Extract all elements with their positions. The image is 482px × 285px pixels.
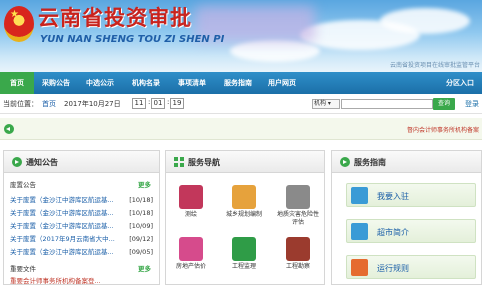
clock-minutes: 01 — [151, 98, 165, 109]
prev-notice-icon[interactable] — [4, 124, 14, 134]
nav-item-directory[interactable]: 机构名录 — [126, 72, 166, 94]
star-icon: ★ — [10, 9, 19, 20]
panel-header: 通知公告 — [4, 151, 159, 173]
header-banner: ★ 云南省投资审批 YUN NAN SHENG TOU ZI SHEN PI 云… — [0, 0, 482, 72]
login-link[interactable]: 登录 — [465, 99, 479, 109]
guide-panel: 服务指南 我要入驻 超市简介 运行规则 — [331, 150, 482, 285]
nav-item-user[interactable]: 用户网页 — [262, 72, 302, 94]
news-date: [09/12] — [129, 235, 153, 243]
drill-icon — [286, 185, 310, 209]
section-label: 废置公告 — [10, 181, 36, 189]
more-link[interactable]: 更多 — [138, 179, 151, 189]
nav-item-home[interactable]: 首页 — [0, 72, 34, 94]
service-geology[interactable]: 地质灾害危险性评估 — [276, 185, 320, 229]
engineer-icon — [232, 237, 256, 261]
news-title[interactable]: 关于废置（金沙江中游库区航运基... — [10, 207, 122, 219]
announcements-panel: 通知公告 废置公告 更多 关于废置（金沙江中游库区航运基... [10/18] … — [3, 150, 160, 285]
cloud-decoration — [380, 8, 470, 34]
search-button[interactable]: 查询 — [433, 98, 455, 110]
list-item[interactable]: 关于废置（2017年9月云南省大中... [09/12] — [10, 233, 153, 245]
guide-intro-button[interactable]: 超市简介 — [346, 219, 476, 243]
guide-label: 运行规则 — [377, 264, 409, 273]
service-planning[interactable]: 城乡规划编制 — [222, 185, 266, 229]
banner-note: 云南省投资项目在线审批监管平台 — [389, 62, 480, 69]
panel-header: 服务指南 — [332, 151, 481, 173]
news-date: [09/05] — [129, 248, 153, 256]
nav-item-procurement[interactable]: 采购公告 — [36, 72, 76, 94]
service-valuation[interactable]: 房地产估价 — [169, 237, 213, 281]
service-label: 地质灾害危险性评估 — [276, 211, 319, 226]
list-item[interactable]: 关于废置（金沙江中游库区航运基... [10/18] — [10, 194, 153, 206]
news-title[interactable]: 关于废置（金沙江中游库区航运基... — [10, 220, 122, 232]
survey-icon — [179, 185, 203, 209]
panel-header: 服务导航 — [166, 151, 324, 173]
news-date: [10/18] — [129, 209, 153, 217]
clock-seconds: 19 — [170, 98, 184, 109]
guide-rules-button[interactable]: 运行规则 — [346, 255, 476, 279]
current-date: 2017年10月27日 — [64, 100, 121, 108]
list-item[interactable]: 关于废置（金沙江中游库区航运基... [10/18] — [10, 207, 153, 219]
cloud-decoration — [230, 40, 320, 62]
notice-marquee[interactable]: 督内会计师事务所机构备案 — [407, 125, 479, 134]
guide-label: 我要入驻 — [377, 192, 409, 201]
location-prefix: 当前位置： — [3, 100, 38, 108]
service-label: 测绘 — [184, 211, 197, 218]
section-label: 重要文件 — [10, 265, 36, 273]
guide-join-button[interactable]: 我要入驻 — [346, 183, 476, 207]
survey-tool-icon — [286, 237, 310, 261]
guide-label: 超市简介 — [377, 228, 409, 237]
news-title[interactable]: 关于废置（金沙江中游库区航运基... — [10, 246, 122, 258]
clock-separator: : — [167, 98, 170, 106]
grid-icon — [174, 157, 184, 167]
clock-separator: : — [148, 98, 151, 106]
search-category-select[interactable]: 机构 ▾ — [312, 99, 340, 109]
news-title[interactable]: 关于废置（金沙江中游库区航运基... — [10, 194, 122, 206]
panel-title: 服务指南 — [354, 158, 386, 167]
clock-hours: 11 — [132, 98, 146, 109]
news-date: [10/18] — [129, 196, 153, 204]
info-icon — [351, 223, 368, 240]
main-nav: 首页 采购公告 中选公示 机构名录 事项清单 服务指南 用户网页 分区入口 — [0, 72, 482, 94]
nav-item-selection[interactable]: 中选公示 — [80, 72, 120, 94]
national-emblem-icon — [4, 6, 34, 42]
nav-item-guide[interactable]: 服务指南 — [218, 72, 258, 94]
notice-bar: 督内会计师事务所机构备案 — [0, 118, 482, 140]
service-label: 房地产估价 — [175, 263, 206, 270]
more-link[interactable]: 更多 — [138, 263, 151, 273]
news-title[interactable]: 重要会计师事务所机构备案登... — [10, 275, 101, 285]
arrow-circle-icon — [340, 157, 350, 167]
service-supervision[interactable]: 工程监理 — [222, 237, 266, 281]
planner-icon — [232, 185, 256, 209]
search-input[interactable] — [341, 99, 433, 109]
news-title[interactable]: 关于废置（2017年9月云南省大中... — [10, 233, 122, 245]
house-icon — [179, 237, 203, 261]
arrow-circle-icon — [12, 157, 22, 167]
list-item[interactable]: 关于废置（金沙江中游库区航运基... [10/09] — [10, 220, 153, 232]
location-bar: 当前位置： 首页 2017年10月27日 11 : 01 : 19 机构 ▾ 查… — [0, 94, 482, 114]
site-title-en: YUN NAN SHENG TOU ZI SHEN PI — [40, 34, 225, 45]
services-panel: 服务导航 测绘 城乡规划编制 地质灾害危险性评估 房地产估价 工程监理 工程勘察 — [165, 150, 325, 285]
panel-title: 服务导航 — [188, 158, 220, 167]
nav-item-checklist[interactable]: 事项清单 — [172, 72, 212, 94]
nav-item-region[interactable]: 分区入口 — [440, 72, 480, 94]
service-label: 工程勘察 — [285, 263, 310, 270]
rules-icon — [351, 259, 368, 276]
service-survey[interactable]: 测绘 — [169, 185, 213, 229]
service-label: 工程监理 — [231, 263, 256, 270]
service-label: 城乡规划编制 — [225, 211, 262, 218]
site-title: 云南省投资审批 — [38, 6, 192, 30]
join-icon — [351, 187, 368, 204]
list-item[interactable]: 关于废置（金沙江中游库区航运基... [09/05] — [10, 246, 153, 258]
service-reconnaissance[interactable]: 工程勘察 — [276, 237, 320, 281]
panel-title: 通知公告 — [26, 158, 58, 167]
news-date: [10/09] — [129, 222, 153, 230]
breadcrumb-home[interactable]: 首页 — [42, 99, 56, 109]
